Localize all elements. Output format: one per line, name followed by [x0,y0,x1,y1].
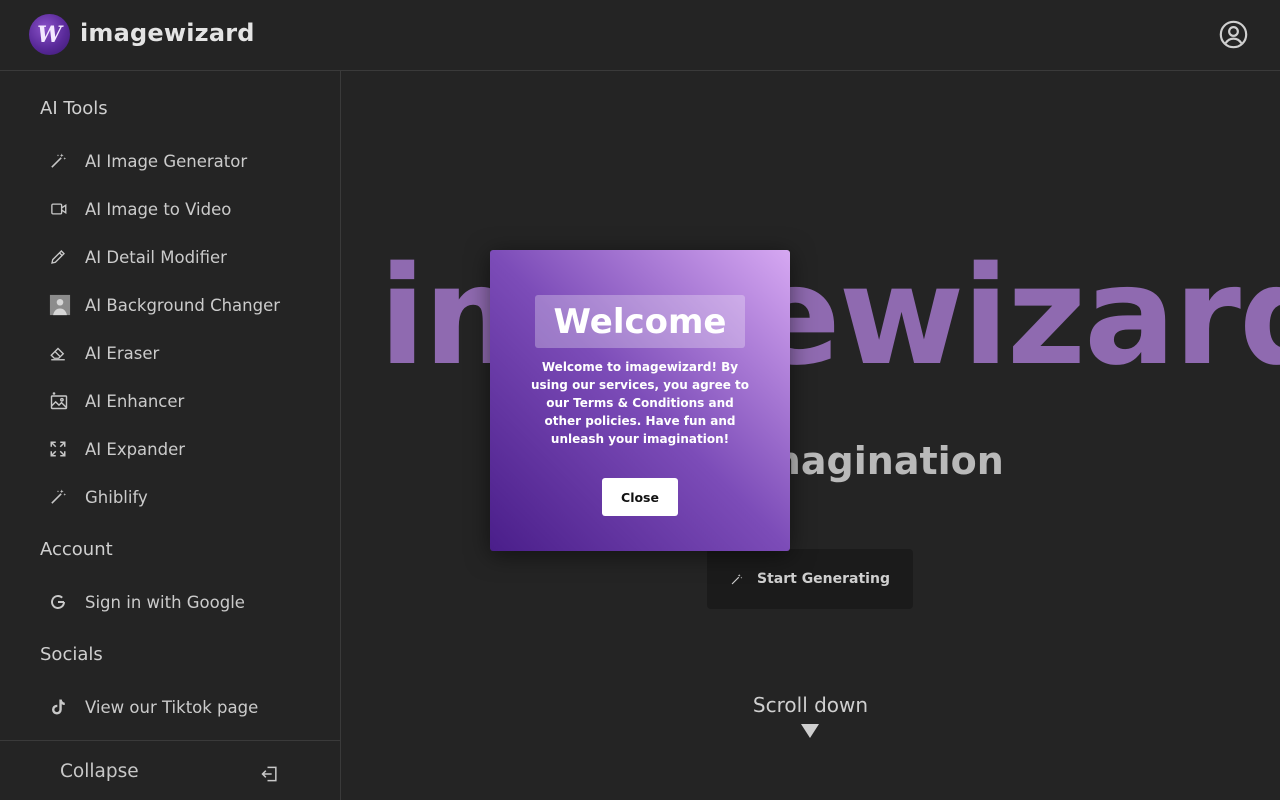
modal-title-box: Welcome [535,295,745,348]
sidebar-item-ai-eraser[interactable]: AI Eraser [40,335,330,371]
eraser-icon [40,335,85,371]
sidebar-item-tiktok[interactable]: View our Tiktok page [40,689,330,725]
modal-message: Welcome to imagewizard! By using our ser… [530,360,750,446]
sidebar-item-label: AI Enhancer [85,391,185,411]
top-header: W imagewizard [0,0,1280,71]
hero-subtitle: r Imagination [715,439,1004,483]
scroll-down-label[interactable]: Scroll down [341,693,1280,717]
start-generating-button[interactable]: Start Generating [707,549,913,609]
pencil-icon [40,239,85,275]
sidebar-item-ai-image-to-video[interactable]: AI Image to Video [40,191,330,227]
modal-title: Welcome [553,301,727,342]
sidebar-item-label: AI Image to Video [85,199,232,219]
caret-down-icon[interactable] [801,724,819,738]
expand-icon [40,431,85,467]
sidebar-item-label: Sign in with Google [85,592,245,612]
sidebar-item-label: View our Tiktok page [85,697,259,717]
sidebar-item-ai-expander[interactable]: AI Expander [40,431,330,467]
start-generating-label: Start Generating [757,571,890,587]
sidebar-item-ai-enhancer[interactable]: AI Enhancer [40,383,330,419]
magic-wand-icon [40,143,85,179]
main-content: imagewizard r Imagination Start Generati… [341,71,1280,800]
sidebar-item-ai-detail-modifier[interactable]: AI Detail Modifier [40,239,330,275]
video-camera-icon [40,191,85,227]
magic-wand-icon [731,573,743,584]
logo-badge[interactable]: W [29,14,70,55]
portrait-icon [40,287,85,323]
sidebar-item-label: AI Image Generator [85,151,248,171]
sidebar-item-label: AI Detail Modifier [85,247,227,267]
sidebar-item-label: AI Expander [85,439,186,459]
section-title-account: Account [40,539,113,560]
sidebar-item-ai-background-changer[interactable]: AI Background Changer [40,287,330,323]
logo-letter: W [37,21,62,48]
sidebar-item-label: Ghiblify [85,487,148,507]
brand-name[interactable]: imagewizard [80,19,255,47]
sidebar-item-sign-in-google[interactable]: Sign in with Google [40,584,330,620]
sidebar-item-label: AI Eraser [85,343,160,363]
magic-wand-icon [40,479,85,515]
sidebar-item-ghiblify[interactable]: Ghiblify [40,479,330,515]
welcome-modal: Welcome Welcome to imagewizard! By using… [490,250,790,551]
sidebar: AI Tools AI Image Generator AI Image to … [0,71,341,800]
tiktok-icon [40,689,85,725]
section-title-socials: Socials [40,644,103,665]
section-title-ai-tools: AI Tools [40,98,108,119]
sidebar-footer: Collapse [0,740,340,800]
collapse-icon[interactable] [260,764,280,784]
google-icon [40,584,85,620]
collapse-button[interactable]: Collapse [60,761,139,782]
image-sparkle-icon [40,383,85,419]
close-button[interactable]: Close [602,478,678,516]
sidebar-item-ai-image-generator[interactable]: AI Image Generator [40,143,330,179]
sidebar-item-label: AI Background Changer [85,295,281,315]
user-circle-icon[interactable] [1219,20,1248,49]
